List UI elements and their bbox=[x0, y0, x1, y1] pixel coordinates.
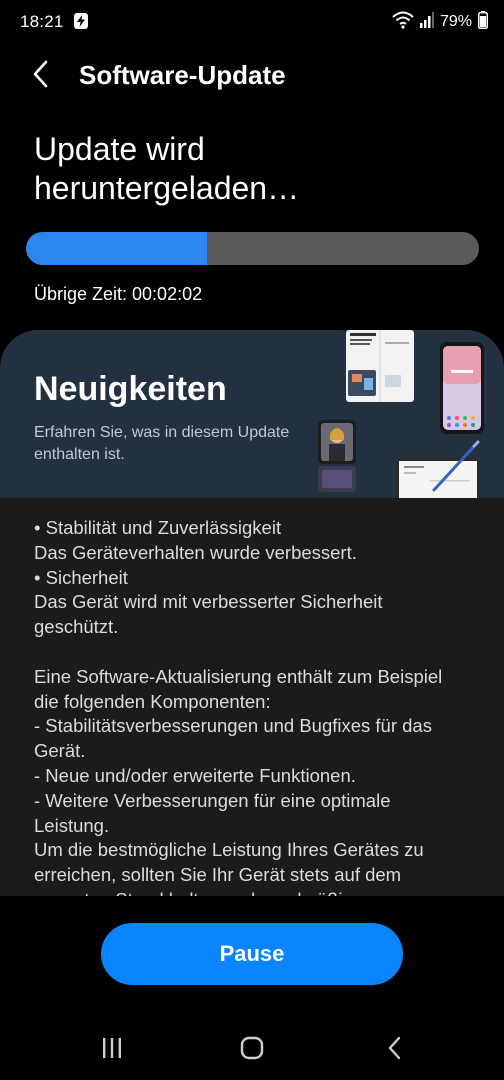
news-banner: Neuigkeiten Erfahren Sie, was in diesem … bbox=[0, 330, 504, 498]
release-notes: • Stabilität und Zuverlässigkeit Das Ger… bbox=[34, 517, 443, 896]
battery-icon bbox=[478, 10, 488, 34]
status-bar: 18:21 79% bbox=[0, 0, 504, 44]
pause-button[interactable]: Pause bbox=[101, 923, 403, 985]
nav-back-button[interactable] bbox=[370, 1028, 418, 1068]
app-bar: Software-Update bbox=[0, 46, 504, 104]
signal-icon bbox=[419, 11, 434, 33]
status-icons: 79% bbox=[392, 10, 488, 34]
news-card[interactable]: Neuigkeiten Erfahren Sie, was in diesem … bbox=[0, 330, 504, 896]
home-button[interactable] bbox=[228, 1028, 276, 1068]
battery-percent: 79% bbox=[439, 13, 472, 30]
chevron-left-icon bbox=[33, 60, 48, 88]
download-progress-fill bbox=[26, 232, 208, 265]
remaining-time: Übrige Zeit: 00:02:02 bbox=[34, 284, 203, 304]
news-subtitle: Erfahren Sie, was in diesem Update entha… bbox=[34, 424, 290, 463]
back-button[interactable] bbox=[22, 54, 58, 94]
status-time: 18:21 bbox=[20, 12, 64, 31]
download-headline: Update wird heruntergeladen… bbox=[34, 131, 300, 206]
recent-apps-icon bbox=[103, 1038, 121, 1058]
news-title: Neuigkeiten bbox=[34, 370, 227, 408]
home-icon bbox=[240, 1036, 264, 1060]
download-progress-bar bbox=[26, 232, 479, 265]
recent-apps-button[interactable] bbox=[88, 1028, 136, 1068]
back-icon bbox=[388, 1036, 401, 1060]
navigation-bar bbox=[0, 1018, 504, 1078]
wifi-icon bbox=[392, 11, 414, 34]
data-saver-icon bbox=[74, 13, 88, 29]
devices-illustration bbox=[318, 330, 484, 498]
page-title: Software-Update bbox=[79, 60, 286, 90]
